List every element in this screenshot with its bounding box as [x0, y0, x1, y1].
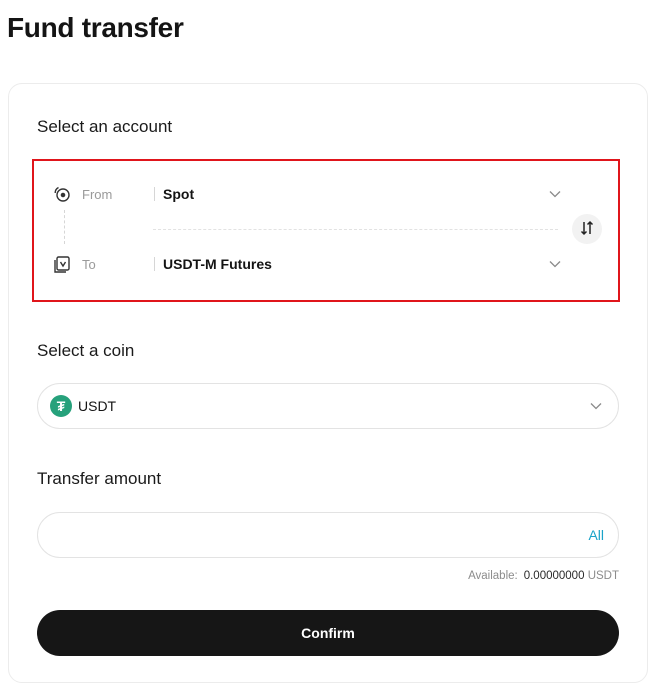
- account-section-title: Select an account: [37, 117, 173, 136]
- swap-vertical-icon: [579, 220, 595, 239]
- available-value: 0.00000000: [523, 570, 585, 582]
- amount-section-title: Transfer amount: [37, 469, 162, 488]
- to-account-value: USDT-M Futures: [163, 256, 272, 272]
- swap-accounts-button[interactable]: [572, 214, 602, 244]
- available-unit: USDT: [587, 570, 619, 582]
- chevron-down-icon: [548, 187, 562, 201]
- chevron-down-icon: [548, 257, 562, 271]
- from-account-value: Spot: [163, 186, 195, 202]
- to-account-select[interactable]: To USDT-M Futures: [52, 251, 562, 277]
- available-balance: Available: 0.00000000 USDT: [468, 570, 619, 582]
- available-label: Available:: [468, 570, 518, 582]
- confirm-button[interactable]: Confirm: [37, 610, 619, 656]
- account-row-divider: [153, 229, 558, 230]
- amount-input[interactable]: [56, 526, 589, 544]
- amount-field: All: [37, 512, 619, 558]
- selected-coin: USDT: [78, 398, 117, 414]
- from-account-select[interactable]: From Spot: [52, 181, 562, 207]
- spot-wallet-icon: [52, 184, 72, 204]
- from-separator: [154, 187, 155, 201]
- coin-section-title: Select a coin: [37, 341, 135, 360]
- usdt-coin-icon: ₮: [50, 395, 72, 417]
- coin-select[interactable]: ₮ USDT: [37, 383, 619, 429]
- to-label: To: [82, 256, 96, 272]
- futures-wallet-icon: [52, 254, 72, 274]
- all-button[interactable]: All: [588, 527, 604, 543]
- chevron-down-icon: [590, 397, 602, 415]
- page-title: Fund transfer: [7, 12, 184, 43]
- from-to-connector: [64, 210, 65, 244]
- to-separator: [154, 257, 155, 271]
- from-label: From: [82, 186, 113, 202]
